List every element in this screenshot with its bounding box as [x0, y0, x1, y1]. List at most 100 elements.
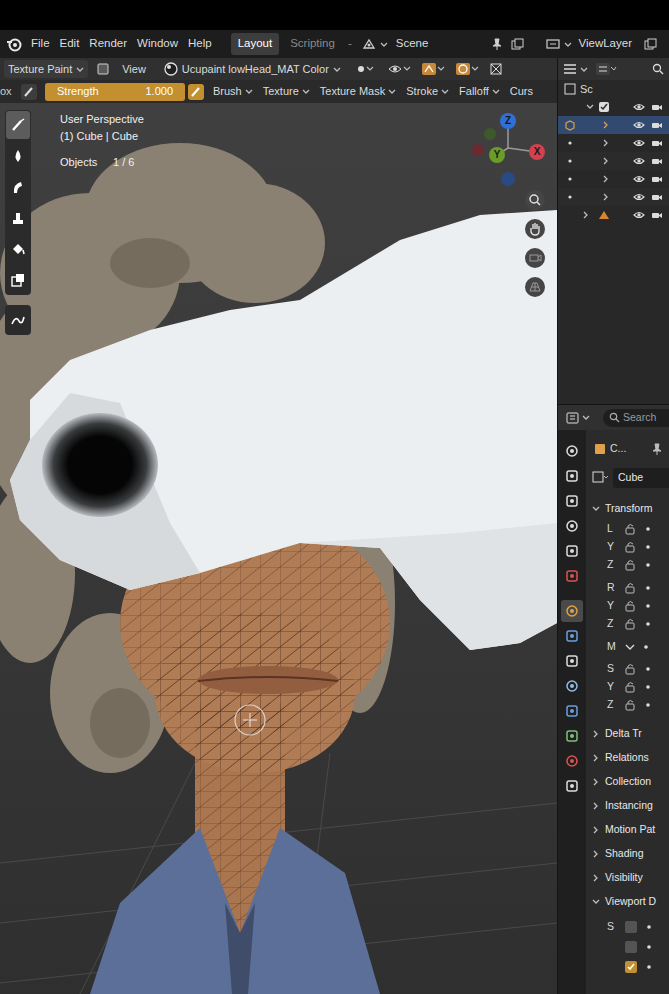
- chevron-icon[interactable]: [582, 414, 590, 421]
- properties-tab-icon[interactable]: [561, 600, 583, 622]
- outliner-row[interactable]: [558, 188, 669, 206]
- material-label[interactable]: Ucupaint lowHead_MAT Color: [182, 61, 329, 78]
- properties-tab-icon[interactable]: [561, 540, 583, 562]
- properties-tab-icon[interactable]: [561, 750, 583, 772]
- panel-header[interactable]: Collection: [586, 770, 669, 794]
- panel-chevron-icon[interactable]: [592, 898, 600, 906]
- scene-name[interactable]: Scene: [396, 35, 429, 52]
- pressure-pen-icon[interactable]: [187, 83, 205, 101]
- xray-icon[interactable]: [489, 62, 505, 76]
- outliner-row[interactable]: [558, 98, 669, 116]
- editor-type-icon[interactable]: [563, 63, 577, 75]
- render-camera-icon[interactable]: [651, 156, 663, 167]
- chevron-icon[interactable]: [333, 66, 341, 73]
- panel-title[interactable]: Visibility: [605, 870, 643, 886]
- panel-header[interactable]: Shading: [586, 842, 669, 866]
- pin-icon[interactable]: [491, 38, 503, 50]
- brush-name[interactable]: ox: [0, 83, 14, 100]
- menu-item[interactable]: Edit: [55, 35, 85, 52]
- tool-menu-label[interactable]: Curs: [510, 83, 533, 100]
- chevron-icon[interactable]: [380, 41, 388, 48]
- tool-icon[interactable]: [6, 142, 30, 170]
- lock-icon[interactable]: [624, 600, 638, 612]
- editor-type-icon[interactable]: [566, 412, 579, 424]
- panel-chevron-icon[interactable]: [592, 874, 600, 882]
- object-type-icon[interactable]: [592, 471, 610, 485]
- expand-chevron-icon[interactable]: [602, 175, 610, 183]
- panel-chevron-icon[interactable]: [592, 826, 600, 834]
- tool-icon[interactable]: [6, 235, 30, 263]
- keyframe-dot-icon[interactable]: [645, 963, 653, 971]
- properties-tab-icon[interactable]: [561, 440, 583, 462]
- expand-chevron-icon[interactable]: [602, 139, 610, 147]
- panel-chevron-icon[interactable]: [592, 505, 600, 513]
- render-camera-icon[interactable]: [651, 138, 663, 149]
- scene-icon[interactable]: [362, 38, 376, 50]
- pin-icon[interactable]: [651, 443, 663, 455]
- panel-chevron-icon[interactable]: [592, 850, 600, 858]
- keyframe-dot-icon[interactable]: [644, 543, 652, 551]
- tool-icon[interactable]: [6, 111, 30, 139]
- copy-icon[interactable]: [644, 38, 657, 50]
- axis-handle[interactable]: X: [529, 144, 545, 160]
- properties-search[interactable]: Search: [603, 409, 669, 427]
- color-dot-icon[interactable]: [355, 62, 375, 76]
- properties-tab-icon[interactable]: [561, 650, 583, 672]
- eye-icon[interactable]: [633, 138, 645, 148]
- expand-chevron-icon[interactable]: [602, 157, 610, 165]
- outliner-row[interactable]: [558, 116, 669, 134]
- gizmo-toggle-icon[interactable]: [421, 62, 447, 76]
- outliner-row[interactable]: [558, 134, 669, 152]
- lock-icon[interactable]: [624, 681, 638, 693]
- search-placeholder[interactable]: Search: [623, 410, 656, 426]
- menu-item[interactable]: Help: [183, 35, 217, 52]
- tool-menu[interactable]: Curs: [510, 83, 533, 100]
- render-camera-icon[interactable]: [651, 192, 663, 203]
- eye-icon[interactable]: [633, 192, 645, 202]
- object-name-field[interactable]: Cube: [613, 468, 669, 488]
- outliner-root-label[interactable]: Sc: [580, 81, 593, 98]
- panel-chevron-icon[interactable]: [592, 730, 600, 738]
- panel-title[interactable]: Motion Pat: [605, 822, 655, 838]
- keyframe-dot-icon[interactable]: [644, 701, 652, 709]
- workspace-tab[interactable]: Layout: [231, 33, 280, 54]
- axis-handle[interactable]: Z: [500, 113, 516, 129]
- tool-menu-label[interactable]: Texture: [263, 83, 299, 100]
- tool-icon[interactable]: [6, 306, 30, 334]
- tool-icon[interactable]: [6, 266, 30, 294]
- lock-icon[interactable]: [624, 582, 638, 594]
- panel-chevron-icon[interactable]: [592, 754, 600, 762]
- expand-chevron-icon[interactable]: [586, 103, 594, 111]
- keyframe-dot-icon[interactable]: [644, 584, 652, 592]
- axis-label[interactable]: Y: [494, 150, 501, 160]
- navigation-gizmo[interactable]: Z Y X: [470, 108, 550, 192]
- panel-title[interactable]: Collection: [605, 774, 651, 790]
- strength-slider[interactable]: Strength1.000: [45, 83, 185, 101]
- keyframe-dot-icon[interactable]: [644, 683, 652, 691]
- lock-icon[interactable]: [624, 559, 638, 571]
- axis-label[interactable]: X: [534, 147, 541, 157]
- tool-menu-label[interactable]: Falloff: [459, 83, 489, 100]
- 3d-viewport[interactable]: User Perspective(1) Cube | CubeObjects1 …: [0, 103, 557, 994]
- render-camera-icon[interactable]: [651, 210, 663, 221]
- tool-menu-label[interactable]: Brush: [213, 83, 242, 100]
- tool-icon[interactable]: [6, 204, 30, 232]
- eye-icon[interactable]: [633, 174, 645, 184]
- properties-tab-icon[interactable]: [561, 775, 583, 797]
- view-layer-selector[interactable]: ViewLayer: [546, 35, 633, 52]
- mode-dropdown[interactable]: Texture Paint: [4, 60, 88, 79]
- tool-menu[interactable]: Texture Mask: [320, 83, 396, 100]
- view-layer-name[interactable]: ViewLayer: [579, 35, 633, 52]
- lock-icon[interactable]: [624, 618, 638, 630]
- checkbox[interactable]: [625, 941, 637, 953]
- chevron-icon[interactable]: [580, 66, 588, 73]
- keyframe-dot-icon[interactable]: [644, 665, 652, 673]
- eye-icon[interactable]: [633, 156, 645, 166]
- keyframe-dot-icon[interactable]: [645, 943, 653, 951]
- panel-header[interactable]: Instancing: [586, 794, 669, 818]
- chevron-icon[interactable]: [492, 88, 500, 95]
- zoom-icon[interactable]: [524, 189, 546, 211]
- panel-title[interactable]: Viewport D: [605, 894, 656, 910]
- keyframe-dot-icon[interactable]: [644, 620, 652, 628]
- camera-view-icon[interactable]: [524, 247, 546, 269]
